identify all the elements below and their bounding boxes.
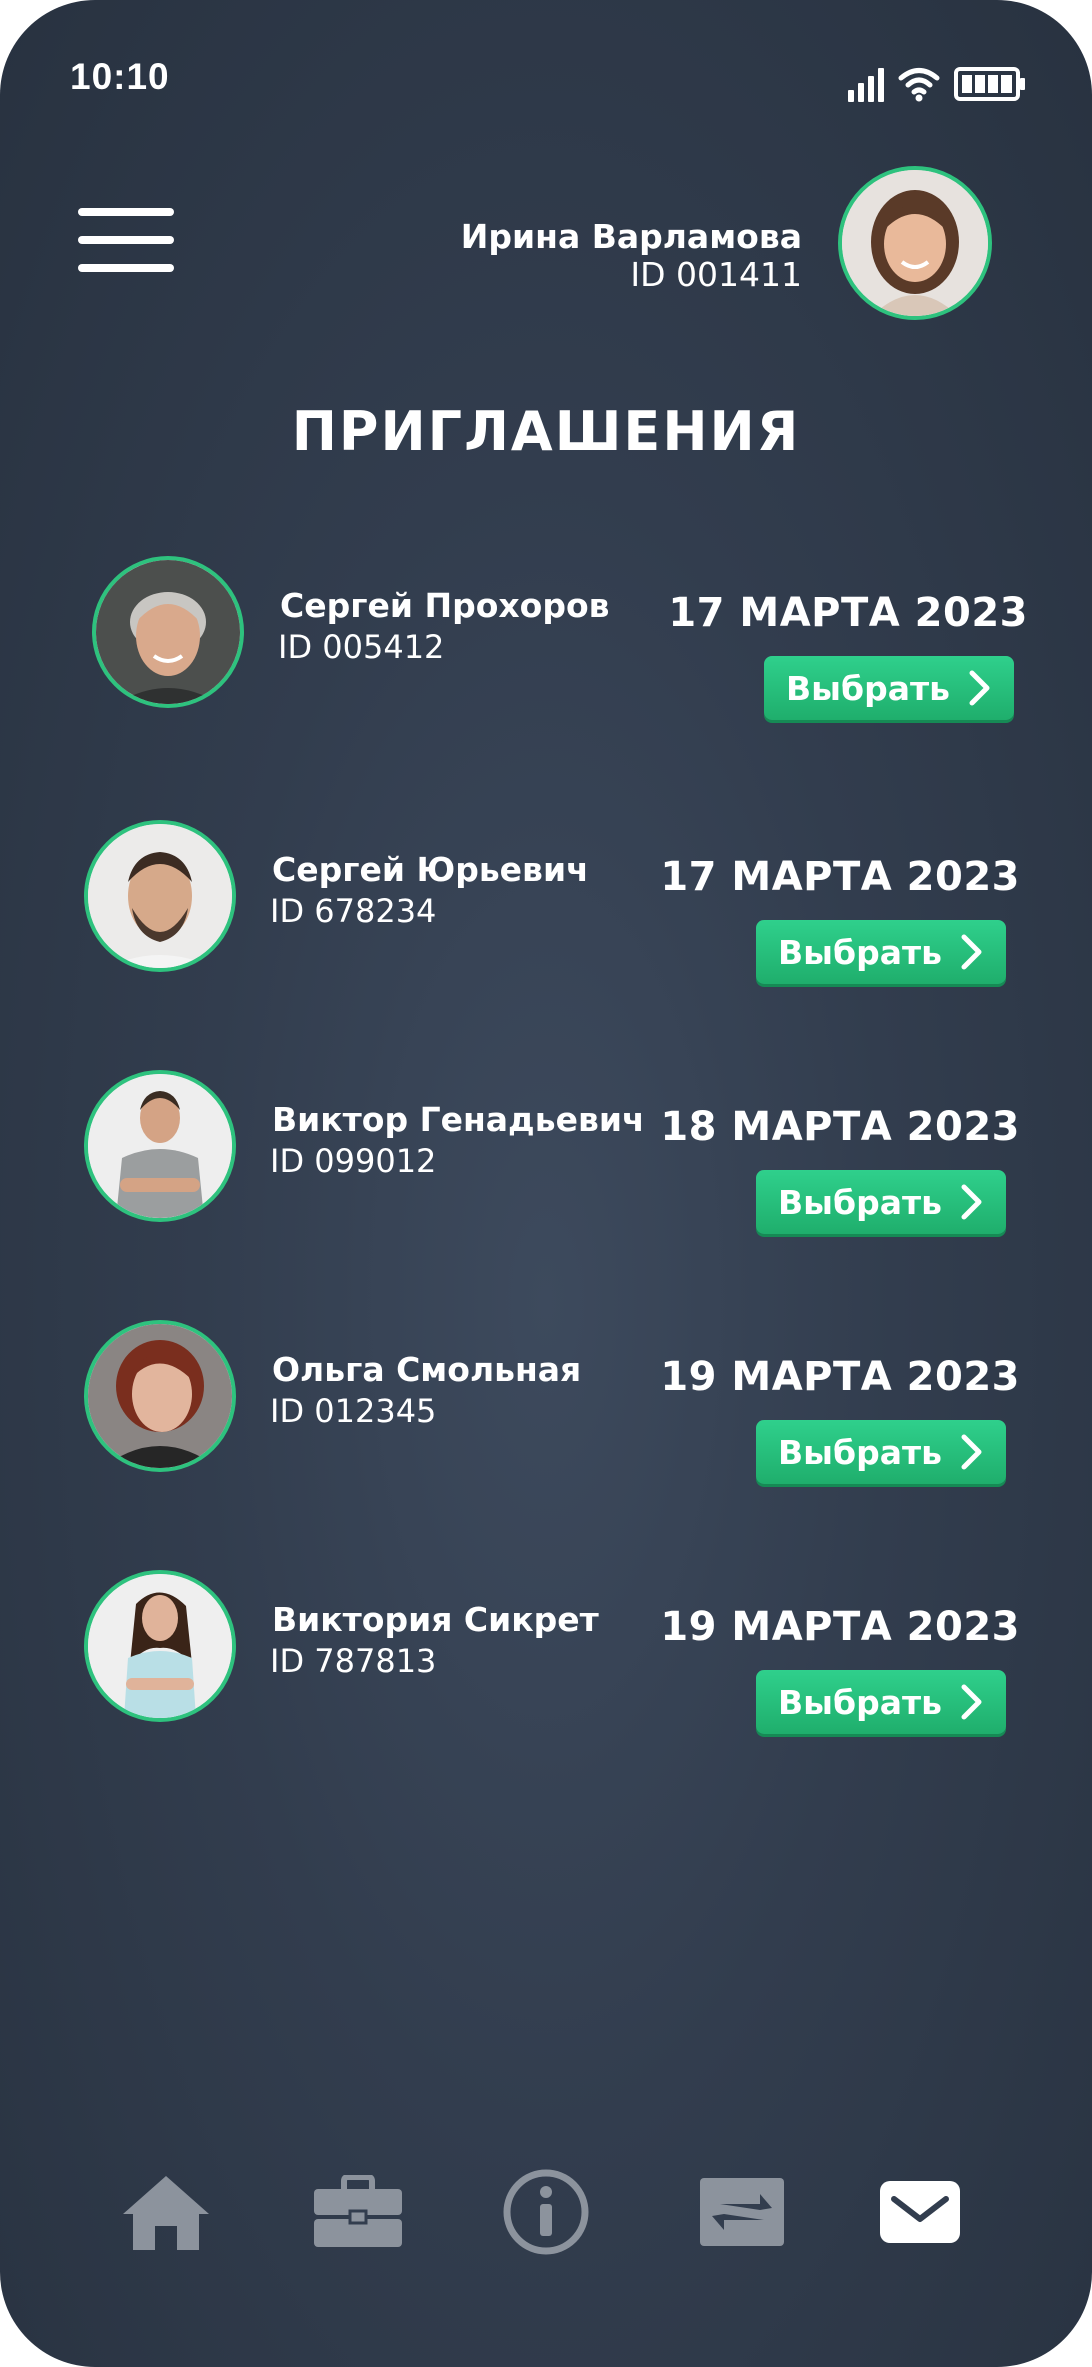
invitee-name: Виктория Сикрет: [272, 1600, 599, 1639]
select-button-label: Выбрать: [786, 668, 950, 708]
battery-icon: [954, 67, 1025, 101]
nav-briefcase[interactable]: [308, 2162, 408, 2262]
status-icons: [848, 64, 1026, 102]
invitee-name: Сергей Юрьевич: [272, 850, 589, 889]
user-avatar[interactable]: [838, 166, 992, 320]
phone-screen: 10:10 Ирина Варламова ID 001411 ПРИГЛАШЕ…: [0, 0, 1092, 2367]
home-icon: [123, 2176, 209, 2250]
user-name: Ирина Варламова: [460, 217, 802, 256]
chevron-right-icon: [960, 1183, 984, 1221]
status-time: 10:10: [70, 56, 170, 97]
select-button-label: Выбрать: [778, 932, 942, 972]
briefcase-icon: [314, 2175, 402, 2247]
swap-icon: [700, 2178, 784, 2246]
select-button-label: Выбрать: [778, 1682, 942, 1722]
menu-bar: [78, 236, 174, 244]
chevron-right-icon: [968, 669, 992, 707]
nav-info[interactable]: [496, 2162, 596, 2262]
invitee-avatar: [84, 820, 236, 972]
user-id: ID 001411: [630, 254, 802, 294]
invitee-avatar: [92, 556, 244, 708]
select-button-label: Выбрать: [778, 1432, 942, 1472]
invitation-date: 17 МАРТА 2023: [668, 590, 1028, 636]
menu-bar: [78, 208, 174, 216]
select-button-label: Выбрать: [778, 1182, 942, 1222]
invitee-id: ID 012345: [270, 1392, 437, 1430]
invitation-row: Сергей Прохоров ID 005412 17 МАРТА 2023 …: [0, 556, 1092, 720]
menu-bar: [78, 264, 174, 272]
invitation-row: Виктория Сикрет ID 787813 19 МАРТА 2023 …: [0, 1570, 1092, 1734]
select-button[interactable]: Выбрать: [764, 656, 1014, 720]
select-button[interactable]: Выбрать: [756, 920, 1006, 984]
wifi-icon: [898, 68, 940, 102]
invitee-avatar: [84, 1320, 236, 1472]
invitee-id: ID 787813: [270, 1642, 437, 1680]
select-button[interactable]: Выбрать: [756, 1420, 1006, 1484]
bottom-nav: [0, 2162, 1092, 2272]
invitee-avatar: [84, 1570, 236, 1722]
nav-home[interactable]: [116, 2162, 216, 2262]
mail-icon: [880, 2181, 960, 2243]
nav-swap[interactable]: [692, 2162, 792, 2262]
select-button[interactable]: Выбрать: [756, 1170, 1006, 1234]
invitee-name: Ольга Смольная: [272, 1350, 582, 1389]
invitation-row: Виктор Генадьевич ID 099012 18 МАРТА 202…: [0, 1070, 1092, 1234]
page-title: ПРИГЛАШЕНИЯ: [291, 400, 801, 463]
chevron-right-icon: [960, 1433, 984, 1471]
chevron-right-icon: [960, 1683, 984, 1721]
invitee-id: ID 099012: [270, 1142, 437, 1180]
invitation-date: 18 МАРТА 2023: [660, 1104, 1020, 1150]
invitee-name: Виктор Генадьевич: [272, 1100, 645, 1139]
user-info: Ирина Варламова ID 001411: [461, 218, 802, 294]
invitee-avatar: [84, 1070, 236, 1222]
info-icon: [503, 2169, 589, 2255]
nav-mail[interactable]: [870, 2162, 970, 2262]
menu-button[interactable]: [78, 208, 174, 272]
invitation-date: 17 МАРТА 2023: [660, 854, 1020, 900]
invitee-name: Сергей Прохоров: [280, 586, 610, 625]
invitation-row: Ольга Смольная ID 012345 19 МАРТА 2023 В…: [0, 1320, 1092, 1484]
invitation-date: 19 МАРТА 2023: [660, 1354, 1020, 1400]
chevron-right-icon: [960, 933, 984, 971]
select-button[interactable]: Выбрать: [756, 1670, 1006, 1734]
invitee-id: ID 005412: [278, 628, 445, 666]
invitee-id: ID 678234: [270, 892, 437, 930]
invitation-row: Сергей Юрьевич ID 678234 17 МАРТА 2023 В…: [0, 820, 1092, 984]
signal-icon: [848, 64, 884, 102]
invitation-date: 19 МАРТА 2023: [660, 1604, 1020, 1650]
